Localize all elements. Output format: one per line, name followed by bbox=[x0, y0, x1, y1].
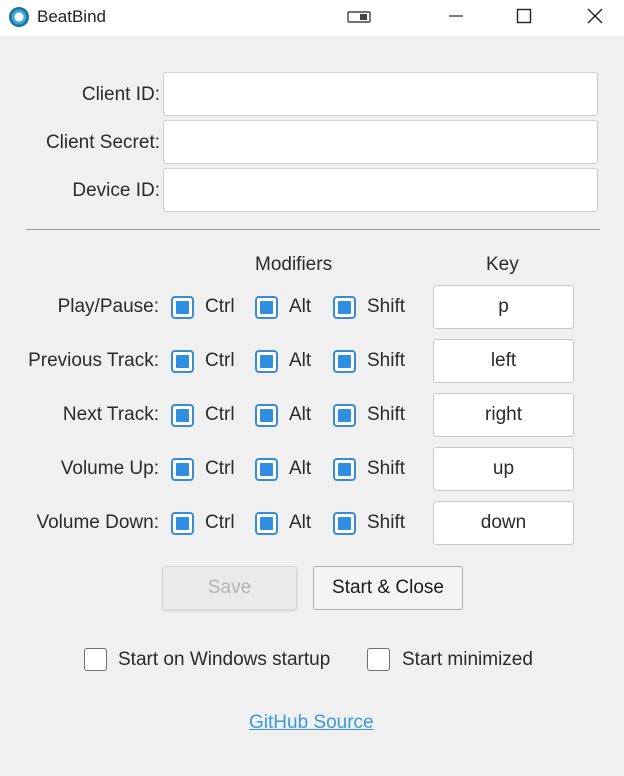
client-id-label: Client ID: bbox=[81, 84, 160, 105]
alt-label: Alt bbox=[289, 458, 312, 479]
alt-checkbox[interactable] bbox=[255, 296, 278, 319]
device-id-label: Device ID: bbox=[72, 180, 160, 201]
shift-checkbox[interactable] bbox=[333, 350, 356, 373]
hotkey-label: Previous Track: bbox=[28, 350, 159, 371]
shift-label: Shift bbox=[367, 404, 406, 425]
start-minimized-label: Start minimized bbox=[402, 649, 533, 670]
alt-checkbox[interactable] bbox=[255, 458, 278, 481]
client-id-field[interactable] bbox=[163, 72, 598, 116]
alt-label: Alt bbox=[289, 350, 312, 371]
key-field[interactable]: right bbox=[433, 393, 574, 437]
ctrl-label: Ctrl bbox=[205, 512, 235, 533]
client-secret-field[interactable] bbox=[163, 120, 598, 164]
key-field[interactable]: down bbox=[433, 501, 574, 545]
shift-checkbox[interactable] bbox=[333, 458, 356, 481]
start-on-startup-checkbox[interactable] bbox=[84, 648, 107, 671]
ctrl-checkbox[interactable] bbox=[171, 458, 194, 481]
device-id-field[interactable] bbox=[163, 168, 598, 212]
hotkey-label: Play/Pause: bbox=[57, 296, 159, 317]
shift-checkbox[interactable] bbox=[333, 296, 356, 319]
ctrl-label: Ctrl bbox=[205, 350, 235, 371]
key-field[interactable]: p bbox=[433, 285, 574, 329]
ctrl-checkbox[interactable] bbox=[171, 350, 194, 373]
shift-label: Shift bbox=[367, 458, 406, 479]
hotkey-label: Volume Down: bbox=[36, 512, 159, 533]
ctrl-checkbox[interactable] bbox=[171, 296, 194, 319]
ctrl-checkbox[interactable] bbox=[171, 512, 194, 535]
ctrl-checkbox[interactable] bbox=[171, 404, 194, 427]
hotkey-row-volume-down: Volume Down: Ctrl Alt Shift down bbox=[0, 501, 624, 545]
hotkey-row-previous-track: Previous Track: Ctrl Alt Shift left bbox=[0, 339, 624, 383]
alt-label: Alt bbox=[289, 296, 312, 317]
hotkey-label: Next Track: bbox=[62, 404, 159, 425]
ctrl-label: Ctrl bbox=[205, 296, 235, 317]
key-header: Key bbox=[486, 254, 519, 275]
shift-checkbox[interactable] bbox=[333, 404, 356, 427]
hotkey-row-volume-up: Volume Up: Ctrl Alt Shift up bbox=[0, 447, 624, 491]
key-field[interactable]: left bbox=[433, 339, 574, 383]
alt-label: Alt bbox=[289, 404, 312, 425]
alt-checkbox[interactable] bbox=[255, 404, 278, 427]
save-button[interactable]: Save bbox=[162, 566, 297, 610]
snap-layout-icon[interactable] bbox=[347, 10, 371, 24]
start-on-startup-label: Start on Windows startup bbox=[118, 649, 331, 670]
ctrl-label: Ctrl bbox=[205, 404, 235, 425]
section-divider bbox=[26, 229, 600, 230]
start-minimized-checkbox[interactable] bbox=[367, 648, 390, 671]
modifiers-header: Modifiers bbox=[255, 254, 333, 275]
minimize-icon[interactable] bbox=[433, 0, 479, 34]
shift-label: Shift bbox=[367, 350, 406, 371]
hotkey-label: Volume Up: bbox=[60, 458, 159, 479]
github-source-link[interactable]: GitHub Source bbox=[249, 712, 374, 734]
window-title: BeatBind bbox=[37, 7, 106, 26]
start-and-close-button[interactable]: Start & Close bbox=[313, 566, 463, 610]
hotkey-row-play-pause: Play/Pause: Ctrl Alt Shift p bbox=[0, 285, 624, 329]
shift-label: Shift bbox=[367, 296, 406, 317]
hotkey-row-next-track: Next Track: Ctrl Alt Shift right bbox=[0, 393, 624, 437]
ctrl-label: Ctrl bbox=[205, 458, 235, 479]
shift-label: Shift bbox=[367, 512, 406, 533]
alt-checkbox[interactable] bbox=[255, 350, 278, 373]
alt-label: Alt bbox=[289, 512, 312, 533]
key-field[interactable]: up bbox=[433, 447, 574, 491]
app-icon bbox=[9, 7, 29, 27]
maximize-icon[interactable] bbox=[501, 0, 547, 34]
shift-checkbox[interactable] bbox=[333, 512, 356, 535]
title-bar: BeatBind bbox=[0, 0, 624, 36]
alt-checkbox[interactable] bbox=[255, 512, 278, 535]
client-secret-label: Client Secret: bbox=[45, 132, 160, 153]
close-icon[interactable] bbox=[572, 0, 618, 34]
